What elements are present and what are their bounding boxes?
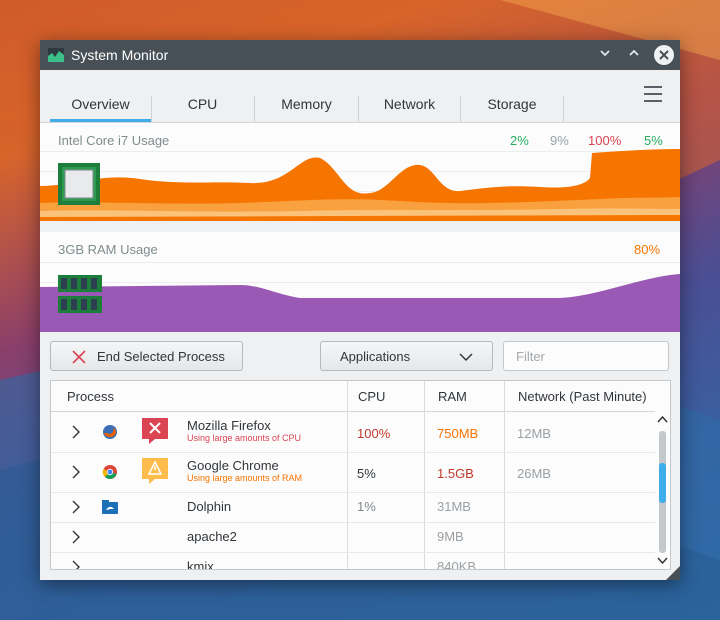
column-header-ram[interactable]: RAM	[438, 389, 467, 404]
end-selected-process-label: End Selected Process	[97, 349, 225, 364]
table-scrollbar[interactable]	[655, 411, 670, 569]
filter-input[interactable]: Filter	[503, 341, 669, 371]
chevron-down-icon	[459, 353, 473, 362]
process-network: 26MB	[517, 466, 551, 481]
scroll-up-icon[interactable]	[657, 415, 668, 423]
ram-usage-graph	[40, 274, 680, 332]
x-mark-icon	[72, 350, 86, 364]
table-row[interactable]: Dolphin 1% 31MB	[51, 492, 655, 523]
process-name: Dolphin	[187, 499, 232, 514]
process-ram: 840KB	[437, 559, 477, 570]
process-name: Google Chrome	[187, 458, 279, 473]
cpu-usage-panel: Intel Core i7 Usage 2% 9% 100% 5%	[40, 123, 680, 221]
tab-memory[interactable]: Memory	[255, 96, 359, 122]
table-row[interactable]: Mozilla Firefox Using large amounts of C…	[51, 412, 655, 453]
chevron-right-icon[interactable]	[71, 530, 81, 544]
view-select-value: Applications	[340, 349, 411, 364]
dolphin-icon	[102, 500, 118, 514]
column-header-network[interactable]: Network (Past Minute)	[518, 389, 647, 404]
tab-network[interactable]: Network	[359, 96, 461, 122]
process-ram: 31MB	[437, 499, 471, 514]
process-table: Process CPU RAM Network (Past Minute) Mo…	[50, 380, 671, 570]
table-row[interactable]: Google Chrome Using large amounts of RAM…	[51, 452, 655, 493]
chevron-down-icon	[600, 50, 610, 57]
process-ram: 1.5GB	[437, 466, 474, 481]
ram-usage-panel: 3GB RAM Usage 80%	[40, 232, 680, 332]
close-button[interactable]	[654, 45, 674, 65]
process-name: apache2	[187, 529, 237, 544]
system-monitor-app-icon	[48, 48, 64, 62]
table-row[interactable]: apache2 9MB	[51, 522, 655, 553]
process-ram: 750MB	[437, 426, 479, 441]
filter-placeholder: Filter	[516, 349, 545, 364]
maximize-button[interactable]	[625, 46, 643, 64]
chevron-up-icon	[629, 49, 639, 56]
minimize-button[interactable]	[596, 46, 614, 64]
process-cpu: 1%	[357, 499, 376, 514]
chevron-right-icon[interactable]	[71, 500, 81, 514]
chrome-icon	[102, 465, 117, 479]
chevron-right-icon[interactable]	[71, 560, 81, 570]
process-name: Mozilla Firefox	[187, 418, 271, 433]
cpu-usage-graph	[40, 149, 680, 221]
window-title: System Monitor	[71, 47, 169, 63]
tab-memory-label: Memory	[281, 96, 332, 112]
column-header-cpu[interactable]: CPU	[358, 389, 385, 404]
table-row[interactable]: kmix 840KB	[51, 552, 655, 570]
tab-storage[interactable]: Storage	[461, 96, 564, 122]
process-network: 12MB	[517, 426, 551, 441]
process-cpu: 5%	[357, 466, 376, 481]
resize-grip-icon[interactable]	[666, 566, 680, 580]
process-note: Using large amounts of CPU	[187, 433, 302, 443]
hamburger-menu-icon[interactable]	[644, 86, 662, 107]
warning-badge-icon	[142, 458, 168, 484]
tab-cpu-label: CPU	[187, 96, 218, 112]
view-select-dropdown[interactable]: Applications	[320, 341, 493, 371]
process-note: Using large amounts of RAM	[187, 473, 303, 483]
close-icon	[659, 50, 669, 60]
system-monitor-window: System Monitor Overview CPU Memory Netwo…	[40, 40, 680, 580]
tab-cpu[interactable]: CPU	[151, 96, 255, 122]
chevron-right-icon[interactable]	[71, 425, 81, 439]
scroll-down-icon[interactable]	[657, 557, 668, 565]
title-bar[interactable]: System Monitor	[40, 40, 680, 70]
tab-storage-label: Storage	[487, 96, 537, 112]
memory-module-icon	[58, 275, 102, 313]
chevron-right-icon[interactable]	[71, 465, 81, 479]
cpu-chip-icon	[58, 163, 100, 205]
scrollbar-thumb[interactable]	[659, 463, 666, 503]
process-ram: 9MB	[437, 529, 464, 544]
process-name: kmix	[187, 559, 214, 570]
table-header: Process CPU RAM Network (Past Minute)	[51, 381, 670, 412]
tab-bar: Overview CPU Memory Network Storage	[40, 70, 680, 123]
tab-network-label: Network	[383, 96, 436, 112]
tab-overview[interactable]: Overview	[50, 96, 152, 122]
tab-overview-label: Overview	[71, 96, 130, 112]
process-cpu: 100%	[357, 426, 391, 441]
error-badge-icon	[142, 418, 168, 444]
end-selected-process-button[interactable]: End Selected Process	[50, 341, 243, 371]
firefox-icon	[103, 425, 117, 439]
active-tab-indicator	[50, 119, 151, 122]
column-header-process[interactable]: Process	[67, 389, 114, 404]
